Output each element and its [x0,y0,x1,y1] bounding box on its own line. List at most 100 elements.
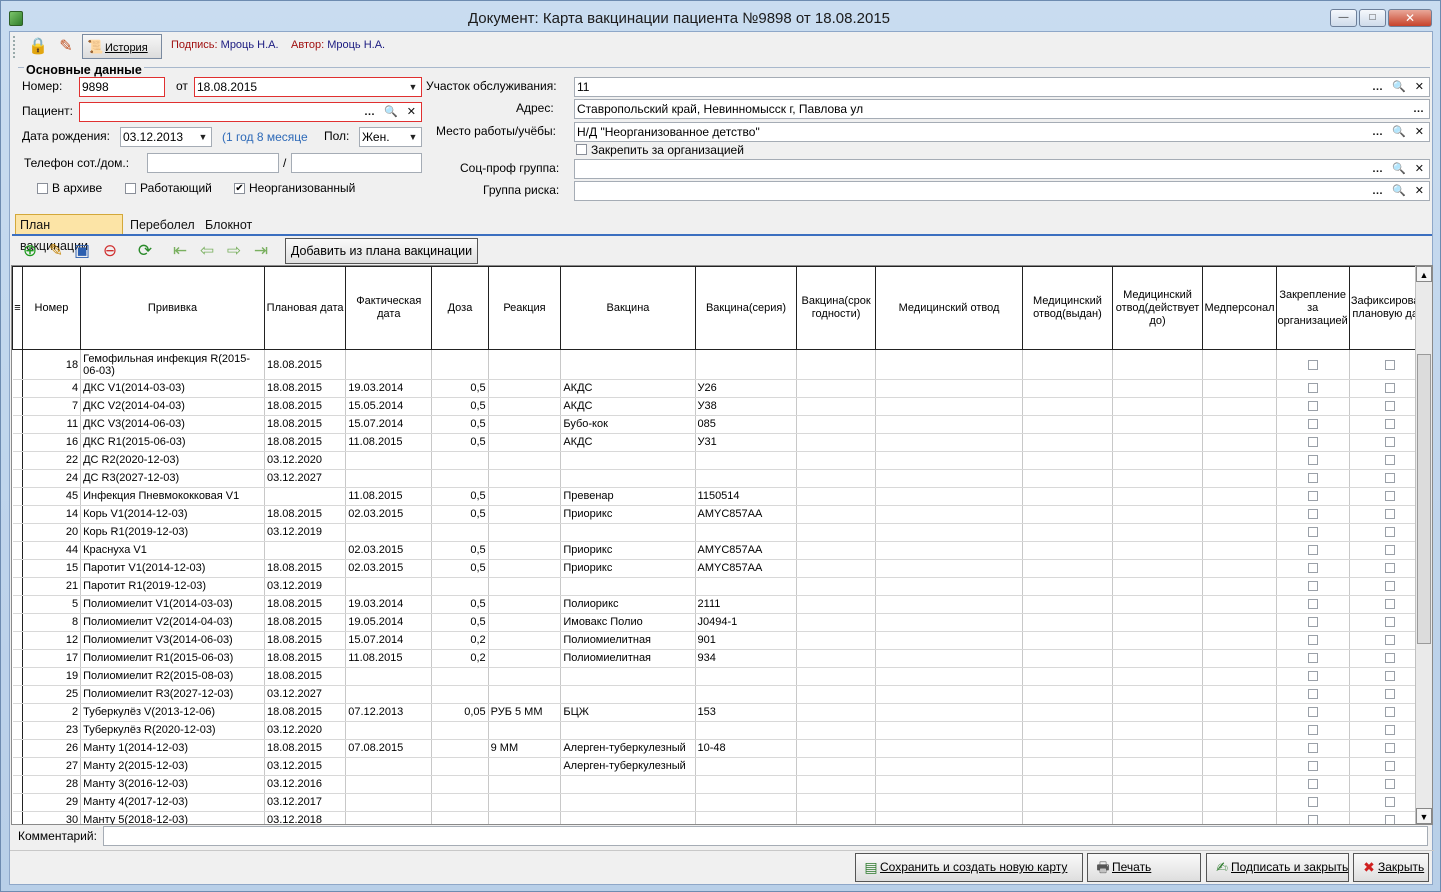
column-header[interactable]: Вакцина(срок годности) [796,266,876,350]
cell-vac[interactable]: Полиомиелит V3(2014-06-03) [80,631,265,650]
cell-staff[interactable] [1202,739,1277,758]
cell-medwd_until[interactable] [1112,757,1204,776]
fixdate-checkbox[interactable] [1385,527,1396,538]
cell-staff[interactable] [1202,793,1277,812]
cell-vaccine[interactable]: Бубо-кок [560,415,696,434]
cell-plan[interactable] [264,487,347,506]
cell-vaccine[interactable]: Полиомиелитная [560,631,696,650]
cell-vac[interactable]: Манту 2(2015-12-03) [80,757,265,776]
cell-vaccine[interactable]: Полиомиелитная [560,649,696,668]
save-icon[interactable]: ▣ [72,241,92,261]
cell-vaccine[interactable] [560,811,696,824]
row-indicator[interactable] [12,775,23,794]
fixdate-checkbox[interactable] [1385,581,1396,592]
column-header[interactable]: Медперсонал [1202,266,1277,350]
add-from-plan-button[interactable]: Добавить из плана вакцинации [285,238,478,264]
attach-checkbox[interactable] [1307,545,1318,556]
cell-plan[interactable]: 03.12.2018 [264,811,347,824]
attach-checkbox[interactable] [1307,707,1318,718]
row-indicator[interactable] [12,757,23,776]
first-icon[interactable]: ⇤ [170,241,190,261]
cell-staff[interactable] [1202,685,1277,704]
cell-medwd[interactable] [875,397,1024,416]
attach-checkbox[interactable] [1307,815,1318,824]
cell-medwd_until[interactable] [1112,721,1204,740]
cell-expiry[interactable] [796,415,876,434]
print-button[interactable]: 🖶 Печать [1087,853,1201,882]
cell-vaccine[interactable] [560,469,696,488]
cell-series[interactable]: AMYC857AA [695,505,798,524]
table-row[interactable]: 27 Манту 2(2015-12-03) 03.12.2015 Алерген-т… [12,757,1432,776]
cell-vac[interactable]: Корь R1(2019-12-03) [80,523,265,542]
cell-vaccine[interactable]: Приорикс [560,505,696,524]
cell-staff[interactable] [1202,577,1277,596]
cell-expiry[interactable] [796,469,876,488]
cell-dose[interactable] [431,523,489,542]
row-indicator[interactable] [12,523,23,542]
cell-vaccine[interactable]: Приорикс [560,559,696,578]
column-header[interactable]: Прививка [80,266,265,350]
cell-fact[interactable] [345,775,433,794]
cell-medwd_issued[interactable] [1022,349,1113,380]
cell-series[interactable] [695,811,798,824]
attach-checkbox[interactable] [1307,563,1318,574]
fixdate-checkbox[interactable] [1385,617,1396,628]
attach-checkbox[interactable] [1307,671,1318,682]
cell-dose[interactable]: 0,5 [431,379,489,398]
cell-plan[interactable]: 03.12.2027 [264,685,347,704]
cell-vaccine[interactable]: Превенар [560,487,696,506]
cell-medwd_until[interactable] [1112,631,1204,650]
row-indicator[interactable] [12,469,23,488]
cell-vaccine[interactable]: Приорикс [560,541,696,560]
row-indicator[interactable] [12,505,23,524]
cell-dose[interactable] [431,793,489,812]
cell-series[interactable] [695,469,798,488]
attach-checkbox[interactable] [1307,401,1318,412]
cell-react[interactable] [488,541,562,560]
cell-vaccine[interactable]: Полиорикс [560,595,696,614]
cell-medwd_issued[interactable] [1022,685,1113,704]
delete-icon[interactable]: ⊖ [100,241,120,261]
close-window-button[interactable]: ✕ [1388,9,1432,27]
cell-plan[interactable]: 18.08.2015 [264,397,347,416]
cell-expiry[interactable] [796,433,876,452]
cell-medwd_issued[interactable] [1022,631,1113,650]
cell-fact[interactable]: 07.08.2015 [345,739,433,758]
cell-medwd_until[interactable] [1112,739,1204,758]
cell-expiry[interactable] [796,739,876,758]
attach-checkbox[interactable] [1307,473,1318,484]
cell-num[interactable]: 44 [22,541,82,560]
cell-expiry[interactable] [796,523,876,542]
history-button[interactable]: 📜 История [82,34,162,59]
cell-staff[interactable] [1202,523,1277,542]
cell-medwd_issued[interactable] [1022,613,1113,632]
cell-vac[interactable]: Туберкулёз R(2020-12-03) [80,721,265,740]
cell-series[interactable] [695,721,798,740]
cell-fact[interactable] [345,757,433,776]
cell-medwd_until[interactable] [1112,667,1204,686]
cell-vac[interactable]: Манту 4(2017-12-03) [80,793,265,812]
attach-org-checkbox[interactable] [576,144,587,155]
cell-medwd[interactable] [875,451,1024,470]
cell-medwd_until[interactable] [1112,703,1204,722]
table-row[interactable]: 11 ДКС V3(2014-06-03) 18.08.2015 15.07.2014… [12,415,1432,434]
table-row[interactable]: 44 Краснуха V1 02.03.2015 0,5 Приорикс AMYC85… [12,541,1432,560]
cell-staff[interactable] [1202,487,1277,506]
cell-medwd_issued[interactable] [1022,379,1113,398]
cell-dose[interactable] [431,757,489,776]
table-row[interactable]: 18 Гемофильная инфекция R(2015-06-03) 18.0… [12,349,1432,380]
table-row[interactable]: 8 Полиомиелит V2(2014-04-03) 18.08.2015 19.… [12,613,1432,632]
cell-num[interactable]: 19 [22,667,82,686]
cell-fact[interactable]: 11.08.2015 [345,433,433,452]
cell-dose[interactable] [431,469,489,488]
cell-series[interactable]: AMYC857AA [695,559,798,578]
cell-medwd_issued[interactable] [1022,541,1113,560]
cell-medwd[interactable] [875,631,1024,650]
fixdate-checkbox[interactable] [1385,707,1396,718]
cell-series[interactable]: У38 [695,397,798,416]
cell-react[interactable] [488,595,562,614]
cell-num[interactable]: 8 [22,613,82,632]
vertical-scrollbar[interactable]: ▲ ▼ [1415,266,1432,824]
cell-series[interactable]: У26 [695,379,798,398]
cell-series[interactable] [695,757,798,776]
